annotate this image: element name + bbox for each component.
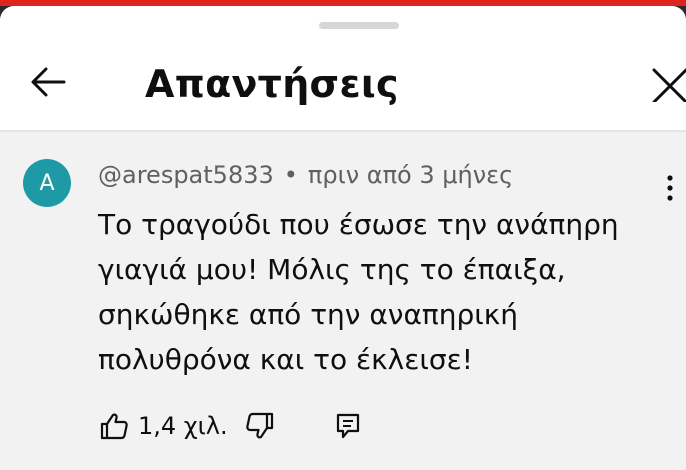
thumbs-down-icon [245,412,273,439]
back-button[interactable] [22,56,74,108]
like-button[interactable] [96,408,132,444]
comment-actions: 1,4 χιλ. [96,406,366,446]
page-title: Απαντήσεις [145,62,399,106]
close-button[interactable] [646,56,686,108]
sheet-drag-handle[interactable] [319,22,399,29]
sheet-header: Απαντήσεις [0,34,686,130]
more-options-button[interactable] [658,168,682,208]
comment-text: Το τραγούδι που έσωσε την ανάπηρη γιαγιά… [98,208,619,376]
comment-item: A @arespat5833 • πριν από 3 μήνες Το τραγο… [0,132,686,470]
reply-button[interactable] [330,408,366,444]
avatar-letter: A [39,170,55,196]
comment-meta: @arespat5833 • πριν από 3 μήνες [98,158,513,192]
thumbs-up-icon [100,413,128,440]
comment-time: πριν από 3 μήνες [307,161,514,189]
close-icon [652,68,686,102]
more-vertical-icon [667,175,673,201]
reply-comment-icon [336,413,359,439]
comment-author[interactable]: @arespat5833 [98,161,274,189]
avatar[interactable]: A [23,159,71,207]
replies-sheet: Απαντήσεις A @arespat5833 • πριν από 3 μήν… [0,6,686,470]
arrow-left-icon [31,67,66,97]
like-count: 1,4 χιλ. [138,412,228,440]
dislike-button[interactable] [242,408,278,444]
meta-separator: • [283,161,298,189]
